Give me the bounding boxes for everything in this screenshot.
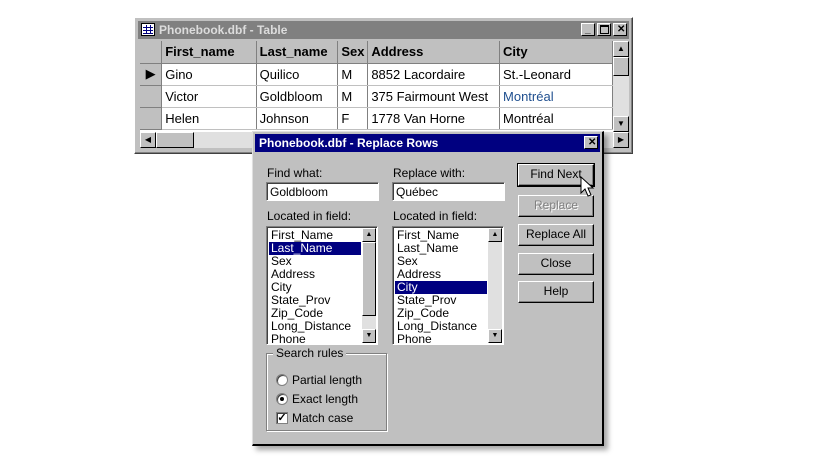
close-icon: ✕ xyxy=(617,24,626,35)
cell-city[interactable]: Montréal xyxy=(499,107,613,130)
cell-first-name[interactable]: Gino xyxy=(161,63,257,86)
replace-all-button[interactable]: Replace All xyxy=(518,224,594,246)
maximize-icon xyxy=(600,25,609,34)
table-row[interactable]: Victor Goldbloom M 375 Fairmount West Mo… xyxy=(140,85,613,108)
dialog-close-button[interactable]: ✕ xyxy=(584,136,598,149)
cell-last-name[interactable]: Johnson xyxy=(256,107,339,130)
list-item[interactable]: Phone xyxy=(395,333,487,345)
maximize-button[interactable] xyxy=(597,23,611,36)
cell-last-name[interactable]: Quilico xyxy=(256,63,339,86)
vertical-scroll-thumb[interactable] xyxy=(613,57,629,76)
scroll-right-arrow-icon[interactable]: ▶ xyxy=(613,132,629,148)
exact-length-label[interactable]: Exact length xyxy=(292,392,358,406)
scroll-down-arrow-icon[interactable]: ▼ xyxy=(613,116,629,132)
cell-sex[interactable]: F xyxy=(337,107,369,130)
minimize-button[interactable]: _ xyxy=(581,23,595,36)
replace-with-label: Replace with: xyxy=(393,166,466,180)
find-field-listbox[interactable]: First_Name Last_Name Sex Address City State_P… xyxy=(266,226,378,345)
table-window-titlebar[interactable]: Phonebook.dbf - Table _ ✕ xyxy=(138,21,629,39)
help-button[interactable]: Help xyxy=(518,281,594,303)
match-case-label[interactable]: Match case xyxy=(292,411,353,425)
find-what-label: Find what: xyxy=(267,166,323,180)
mouse-cursor-icon xyxy=(580,176,595,197)
close-label: Close xyxy=(540,256,572,270)
find-what-input[interactable]: Goldbloom xyxy=(266,182,379,201)
column-header-city[interactable]: City xyxy=(499,41,613,64)
located-in-field-label-right: Located in field: xyxy=(393,209,478,223)
horizontal-scroll-thumb[interactable] xyxy=(156,132,194,148)
cell-sex[interactable]: M xyxy=(337,85,369,108)
cell-city-highlighted[interactable]: Montréal xyxy=(499,85,613,108)
scroll-up-arrow-icon[interactable]: ▲ xyxy=(613,41,629,57)
column-header-first-name[interactable]: First_name xyxy=(161,41,257,64)
scroll-down-arrow-icon[interactable]: ▼ xyxy=(488,329,502,343)
replace-field-list: First_Name Last_Name Sex Address City State_P… xyxy=(395,229,487,345)
row-selector[interactable] xyxy=(140,85,163,108)
replace-rows-dialog: Phonebook.dbf - Replace Rows ✕ Find what… xyxy=(252,131,604,446)
column-header-last-name[interactable]: Last_name xyxy=(256,41,339,64)
exact-length-radio[interactable] xyxy=(276,393,288,405)
row-selector-header[interactable] xyxy=(140,41,163,64)
list-scroll-thumb[interactable] xyxy=(362,242,376,316)
replace-button[interactable]: Replace xyxy=(518,195,594,217)
minimize-icon: _ xyxy=(585,24,591,35)
find-next-label: Find Next xyxy=(530,167,582,181)
cell-first-name[interactable]: Helen xyxy=(161,107,257,130)
close-button[interactable]: Close xyxy=(518,253,594,275)
cell-sex[interactable]: M xyxy=(337,63,369,86)
scroll-left-arrow-icon[interactable]: ◀ xyxy=(140,132,156,148)
partial-length-radio[interactable] xyxy=(276,374,288,386)
cell-address[interactable]: 375 Fairmount West xyxy=(367,85,501,108)
column-header-sex[interactable]: Sex xyxy=(337,41,369,64)
table-row[interactable]: ▶ Gino Quilico M 8852 Lacordaire St.-Leo… xyxy=(140,63,613,86)
table-row[interactable]: Helen Johnson F 1778 Van Horne Montréal xyxy=(140,107,613,130)
row-selector[interactable] xyxy=(140,107,163,130)
data-grid[interactable]: First_name Last_name Sex Address City ▶ … xyxy=(140,41,613,132)
help-label: Help xyxy=(543,284,569,298)
find-field-scrollbar[interactable]: ▲ ▼ xyxy=(362,228,376,343)
partial-length-label[interactable]: Partial length xyxy=(292,373,362,387)
column-header-address[interactable]: Address xyxy=(367,41,501,64)
table-icon xyxy=(141,23,155,36)
cell-first-name[interactable]: Victor xyxy=(161,85,257,108)
scroll-up-arrow-icon[interactable]: ▲ xyxy=(488,228,502,242)
find-field-list: First_Name Last_Name Sex Address City State_P… xyxy=(269,229,361,345)
match-case-checkbox[interactable]: ✓ xyxy=(276,412,288,424)
search-rules-legend: Search rules xyxy=(273,346,347,360)
window-close-button[interactable]: ✕ xyxy=(613,23,627,36)
dialog-titlebar[interactable]: Phonebook.dbf - Replace Rows ✕ xyxy=(255,134,600,152)
replace-with-input[interactable]: Québec xyxy=(392,182,505,201)
current-row-indicator-icon[interactable]: ▶ xyxy=(140,63,163,86)
scroll-up-arrow-icon[interactable]: ▲ xyxy=(362,228,376,242)
cell-address[interactable]: 1778 Van Horne xyxy=(367,107,501,130)
grid-vertical-scrollbar[interactable]: ▲ ▼ xyxy=(613,41,629,132)
replace-all-label: Replace All xyxy=(525,227,587,241)
replace-field-listbox[interactable]: First_Name Last_Name Sex Address City State_P… xyxy=(392,226,504,345)
replace-label: Replace xyxy=(533,198,579,212)
cell-address[interactable]: 8852 Lacordaire xyxy=(367,63,501,86)
scroll-down-arrow-icon[interactable]: ▼ xyxy=(362,329,376,343)
grid-header-row: First_name Last_name Sex Address City xyxy=(140,41,613,64)
search-rules-group: Search rules Partial length Exact length… xyxy=(266,346,387,431)
replace-field-scrollbar[interactable]: ▲ ▼ xyxy=(488,228,502,343)
table-window-title: Phonebook.dbf - Table xyxy=(159,23,288,37)
located-in-field-label-left: Located in field: xyxy=(267,209,352,223)
dialog-title: Phonebook.dbf - Replace Rows xyxy=(259,136,439,150)
close-icon: ✕ xyxy=(588,137,597,148)
list-item[interactable]: Phone xyxy=(269,333,361,345)
cell-last-name[interactable]: Goldbloom xyxy=(256,85,339,108)
cell-city[interactable]: St.-Leonard xyxy=(499,63,613,86)
